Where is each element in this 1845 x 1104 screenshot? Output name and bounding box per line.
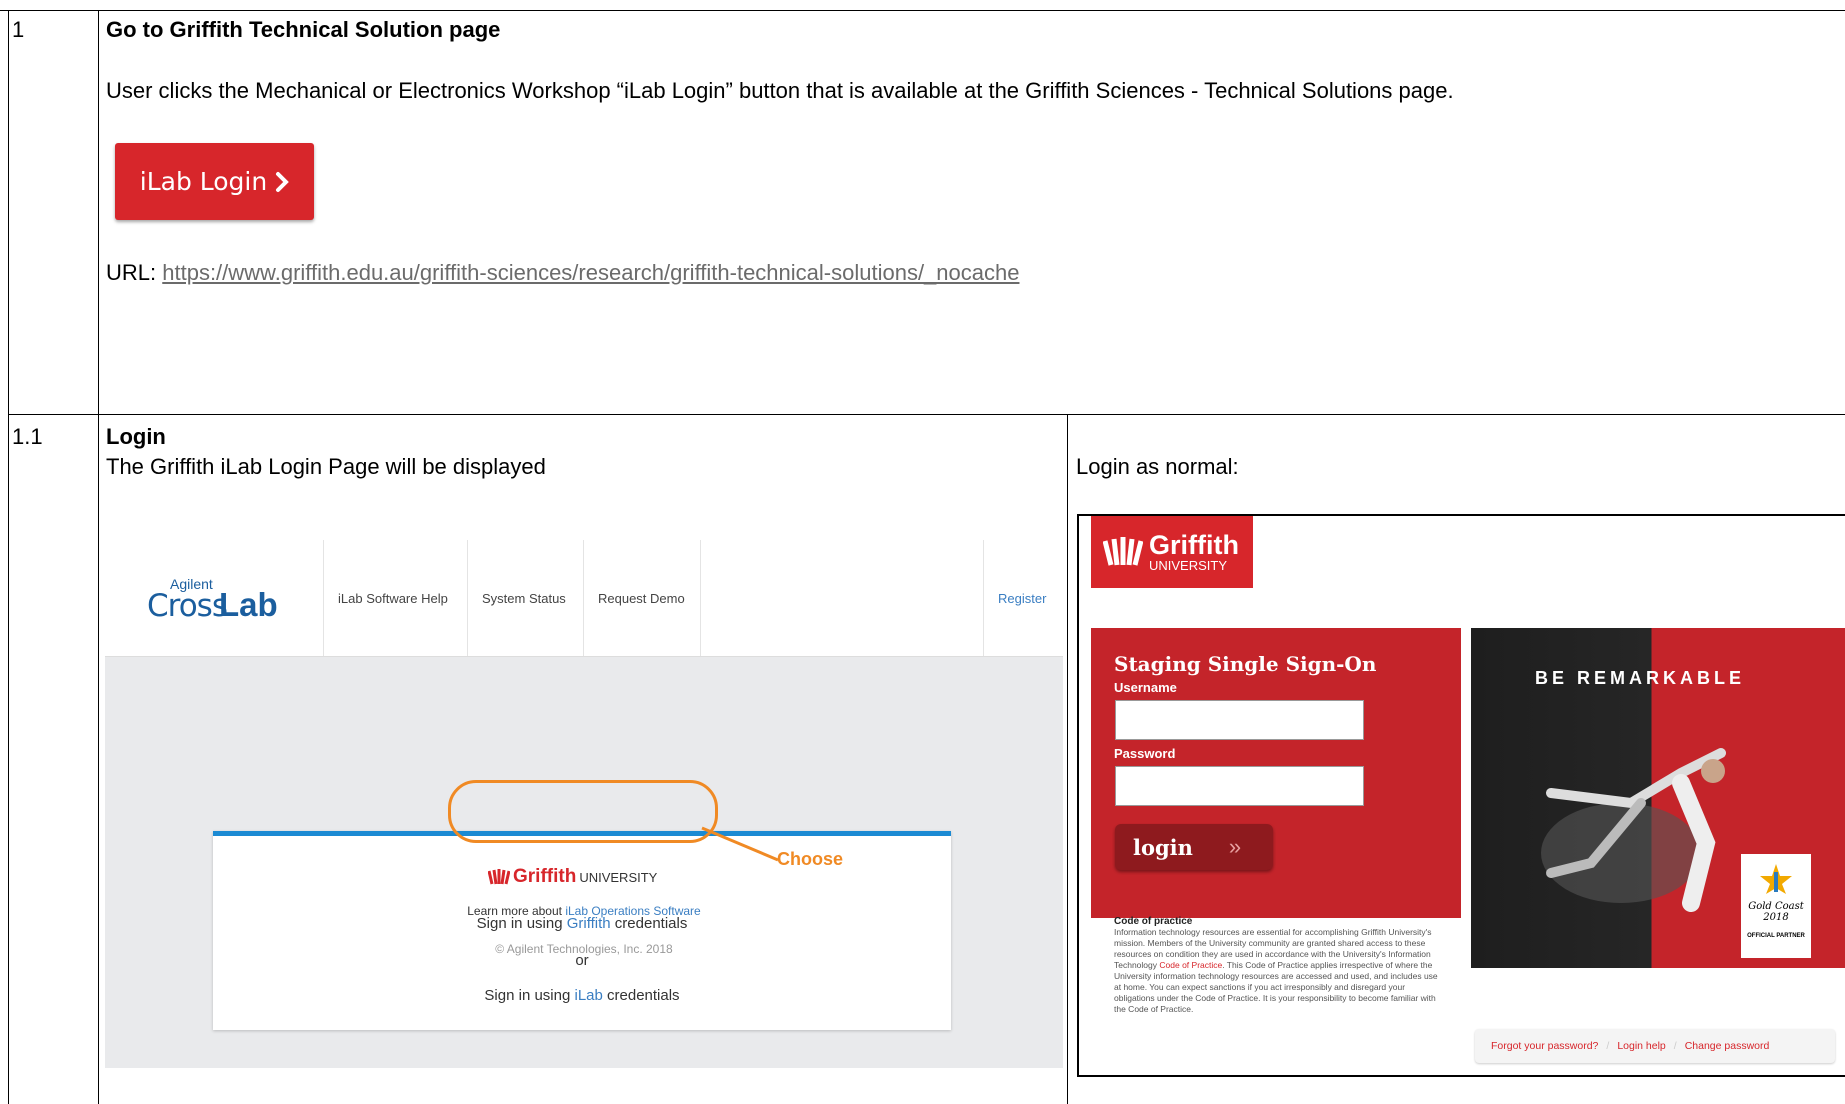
games-logo-icon <box>1760 864 1792 894</box>
official-partner: OFFICIAL PARTNER <box>1747 933 1805 939</box>
be-remarkable: BE REMARKABLE <box>1535 668 1746 688</box>
learn-more-text: Learn more about <box>467 904 566 918</box>
partner-badge: Gold Coast 2018 OFFICIAL PARTNER <box>1741 854 1811 958</box>
copyright: © Agilent Technologies, Inc. 2018 <box>495 942 673 956</box>
griffith-logo-text: Griffith <box>1149 530 1239 560</box>
griffith-wordmark: Griffith UNIVERSITY <box>1149 530 1239 573</box>
athlete-icon <box>1541 748 1726 912</box>
chevron-right-icon <box>276 171 290 192</box>
login-button-label: login <box>1133 834 1193 860</box>
ilab-login-button[interactable]: iLab Login <box>115 143 314 220</box>
login-help-link[interactable]: Login help <box>1617 1040 1665 1052</box>
step-heading: Login <box>106 424 166 449</box>
griffith-small-logo: Griffith UNIVERSITY <box>488 866 657 888</box>
separator: / <box>1673 1040 1677 1052</box>
badge-line2: 2018 <box>1763 912 1789 923</box>
separator: / <box>1606 1040 1610 1052</box>
athlete-figure <box>1531 733 1751 913</box>
griffith-small-university: UNIVERSITY <box>579 869 658 885</box>
nav-register[interactable]: Register <box>983 540 1063 656</box>
signin-prefix: Sign in using <box>484 987 575 1004</box>
logo-lab: Lab <box>219 586 278 623</box>
signin-suffix: credentials <box>602 987 680 1004</box>
password-label: Password <box>1114 746 1176 761</box>
griffith-logo-sub: UNIVERSITY <box>1149 558 1228 573</box>
url-link[interactable]: https://www.griffith.edu.au/griffith-sci… <box>162 260 1019 285</box>
badge-line1: Gold Coast <box>1748 901 1804 912</box>
promo-image: BE REMARKABLE Gold Coast 2018 OFFICIAL P… <box>1471 628 1845 968</box>
nav-request-demo[interactable]: Request Demo <box>583 540 701 656</box>
table-border-col <box>98 10 99 1104</box>
logo-cross: Cross <box>147 588 228 624</box>
annotation-arrow <box>701 826 779 862</box>
password-field[interactable] <box>1115 766 1364 806</box>
griffith-logo-block: Griffith UNIVERSITY <box>1091 516 1253 588</box>
griffith-emblem-icon <box>488 869 510 885</box>
signin-ilab-option[interactable]: Sign in using iLab credentials <box>213 987 951 1004</box>
step-description: User clicks the Mechanical or Electronic… <box>106 78 1454 103</box>
row-number: 1 <box>12 17 25 42</box>
griffith-sso-screenshot: Griffith UNIVERSITY Staging Single Sign-… <box>1077 514 1845 1077</box>
table-border-mid <box>1067 414 1068 1104</box>
login-button[interactable]: login » <box>1115 824 1273 870</box>
griffith-emblem-icon <box>1103 537 1143 566</box>
code-link[interactable]: Code of Practice <box>1159 960 1222 970</box>
crosslab-header: Agilent Cross Lab iLab Software Help Sys… <box>105 540 1063 657</box>
username-field[interactable] <box>1115 700 1364 740</box>
nav-ilab-help[interactable]: iLab Software Help <box>323 540 467 656</box>
griffith-small-brand: Griffith <box>513 866 577 887</box>
table-border-left <box>8 10 9 1104</box>
signin-ilab-link[interactable]: iLab <box>574 987 602 1004</box>
step-description: The Griffith iLab Login Page will be dis… <box>106 454 546 479</box>
learn-more-link[interactable]: iLab Operations Software <box>565 904 700 918</box>
double-chevron-icon: » <box>1228 834 1242 859</box>
sso-title: Staging Single Sign-On <box>1114 652 1377 676</box>
row-number: 1.1 <box>12 424 43 449</box>
sso-panel: Staging Single Sign-On Username Password… <box>1091 628 1461 918</box>
code-title: Code of practice <box>1114 916 1193 927</box>
change-password-link[interactable]: Change password <box>1685 1040 1770 1052</box>
code-of-practice: Code of practice Information technology … <box>1114 916 1444 1015</box>
url-label: URL: <box>106 260 163 285</box>
learn-more: Learn more about iLab Operations Softwar… <box>105 904 1063 918</box>
crosslab-logo: Agilent Cross Lab <box>147 576 287 626</box>
ilab-login-label: iLab Login <box>139 167 268 196</box>
table-border-top <box>0 10 1845 11</box>
username-label: Username <box>1114 680 1177 695</box>
right-cell-text: Login as normal: <box>1076 454 1239 479</box>
sso-footer-links: Forgot your password? / Login help / Cha… <box>1475 1029 1835 1063</box>
forgot-password-link[interactable]: Forgot your password? <box>1491 1040 1598 1052</box>
choose-label: Choose <box>777 849 844 869</box>
url-line: URL: https://www.griffith.edu.au/griffit… <box>106 260 1019 286</box>
crosslab-body: Griffith UNIVERSITY Sign in using Griffi… <box>105 657 1063 1068</box>
nav-system-status[interactable]: System Status <box>467 540 583 656</box>
table-border-row <box>8 414 1845 415</box>
step-heading: Go to Griffith Technical Solution page <box>106 17 501 42</box>
highlight-oval <box>448 780 718 843</box>
